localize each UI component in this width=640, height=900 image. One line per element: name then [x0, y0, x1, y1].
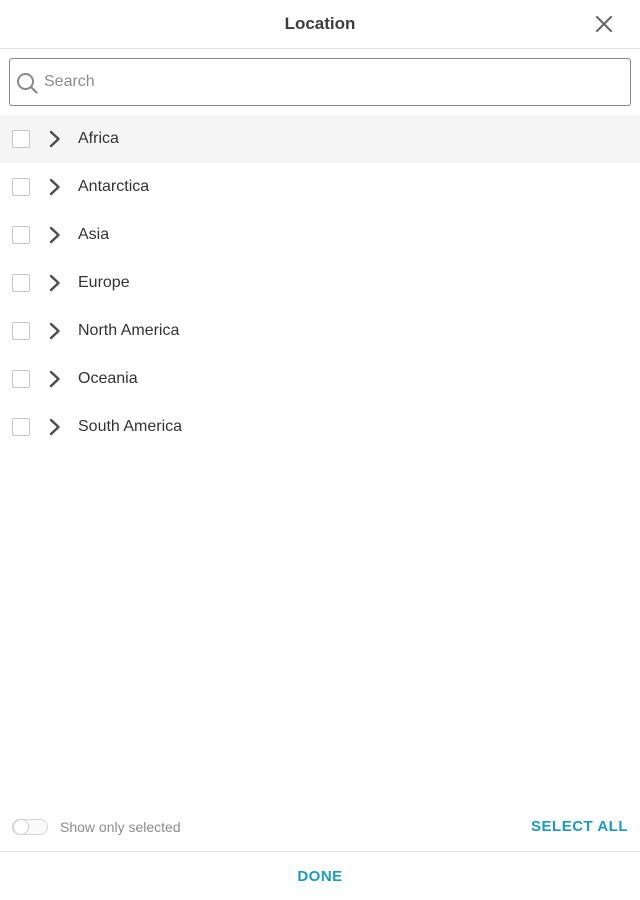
- expand-button[interactable]: [44, 415, 66, 439]
- chevron-right-icon: [49, 322, 60, 340]
- expand-button[interactable]: [44, 223, 66, 247]
- dialog-header: Location: [0, 0, 640, 49]
- list-item-asia[interactable]: Asia: [0, 211, 640, 259]
- checkbox[interactable]: [12, 130, 30, 148]
- expand-button[interactable]: [44, 271, 66, 295]
- checkbox[interactable]: [12, 370, 30, 388]
- done-bar: Done: [0, 851, 640, 900]
- location-list: Africa Antarctica Asia Europe North Amer…: [0, 115, 640, 451]
- expand-button[interactable]: [44, 319, 66, 343]
- list-item-north-america[interactable]: North America: [0, 307, 640, 355]
- checkbox[interactable]: [12, 178, 30, 196]
- list-item-label: Oceania: [78, 370, 138, 387]
- selection-footer: Show only selected Select all: [0, 803, 640, 851]
- dialog-title: Location: [284, 14, 356, 33]
- close-button[interactable]: [588, 8, 620, 40]
- list-item-label: Asia: [78, 226, 110, 243]
- chevron-right-icon: [49, 274, 60, 292]
- show-only-selected-toggle[interactable]: [12, 819, 48, 835]
- list-item-antarctica[interactable]: Antarctica: [0, 163, 640, 211]
- list-item-label: Africa: [78, 130, 119, 147]
- list-item-label: Europe: [78, 274, 130, 291]
- chevron-right-icon: [49, 226, 60, 244]
- checkbox[interactable]: [12, 418, 30, 436]
- expand-button[interactable]: [44, 127, 66, 151]
- list-item-africa[interactable]: Africa: [0, 115, 640, 163]
- expand-button[interactable]: [44, 367, 66, 391]
- list-item-label: North America: [78, 322, 180, 339]
- search-input[interactable]: [44, 59, 624, 105]
- chevron-right-icon: [49, 130, 60, 148]
- list-item-south-america[interactable]: South America: [0, 403, 640, 451]
- close-icon: [595, 15, 613, 33]
- list-item-label: South America: [78, 418, 183, 435]
- chevron-right-icon: [49, 418, 60, 436]
- list-item-label: Antarctica: [78, 178, 150, 195]
- checkbox[interactable]: [12, 322, 30, 340]
- search-box: [9, 58, 631, 106]
- expand-button[interactable]: [44, 175, 66, 199]
- select-all-button[interactable]: Select all: [531, 803, 628, 851]
- list-item-europe[interactable]: Europe: [0, 259, 640, 307]
- checkbox[interactable]: [12, 274, 30, 292]
- show-only-selected-label: Show only selected: [60, 819, 181, 835]
- list-item-oceania[interactable]: Oceania: [0, 355, 640, 403]
- chevron-right-icon: [49, 370, 60, 388]
- location-dialog: Location Africa Antarctica: [0, 0, 640, 900]
- toggle-knob: [13, 819, 29, 835]
- chevron-right-icon: [49, 178, 60, 196]
- checkbox[interactable]: [12, 226, 30, 244]
- done-button[interactable]: Done: [0, 852, 640, 900]
- search-icon: [17, 73, 38, 94]
